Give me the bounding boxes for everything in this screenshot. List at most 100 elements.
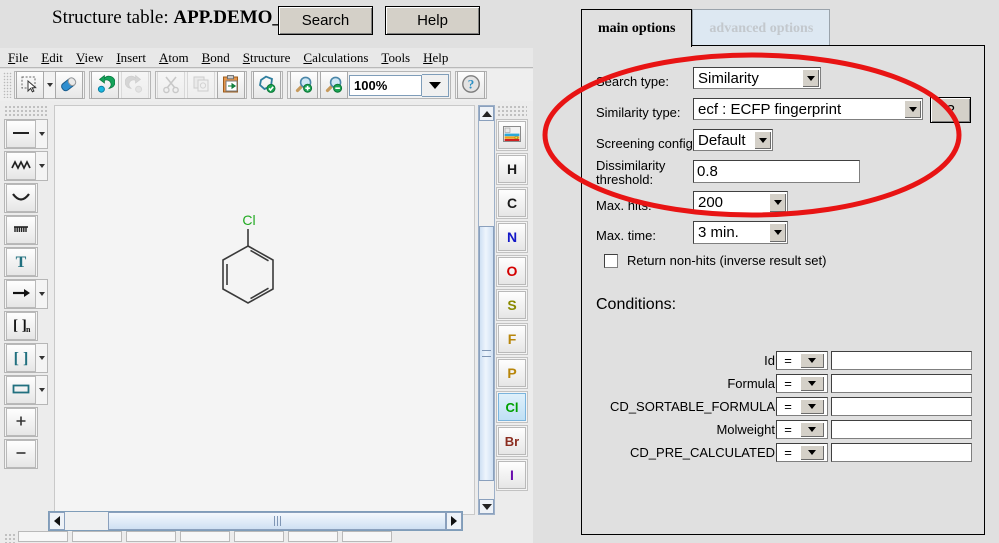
selection-tool-button[interactable] [16, 71, 44, 99]
menu-item-tools[interactable]: Tools [381, 50, 410, 66]
element-button-p[interactable]: P [498, 359, 526, 387]
menu-item-insert[interactable]: Insert [116, 50, 146, 66]
brackets-tool-dropdown[interactable] [37, 345, 46, 371]
canvas-horizontal-scrollbar[interactable] [48, 511, 463, 531]
max-time-select[interactable]: 3 min. [693, 221, 788, 244]
menu-item-bond[interactable]: Bond [202, 50, 230, 66]
element-button-cl[interactable]: Cl [498, 393, 526, 421]
chevron-down-icon[interactable] [800, 353, 824, 368]
canvas-vertical-scrollbar[interactable] [478, 105, 495, 515]
element-button-s[interactable]: S [498, 291, 526, 319]
condition-value-input[interactable] [831, 351, 972, 370]
bottom-toolbar-button[interactable] [126, 531, 176, 542]
rectangle-tool-dropdown[interactable] [37, 377, 46, 403]
chain-tool-button[interactable] [6, 152, 36, 180]
repeating-unit-tool-button[interactable]: [ ] n [6, 312, 36, 340]
condition-value-input[interactable] [831, 443, 972, 462]
bottom-toolbar-button[interactable] [180, 531, 230, 542]
chevron-down-icon[interactable] [800, 376, 824, 391]
scroll-right-button[interactable] [446, 512, 462, 530]
menu-item-edit[interactable]: Edit [41, 50, 63, 66]
condition-value-input[interactable] [831, 374, 972, 393]
screening-config-select[interactable]: Default [693, 129, 773, 151]
arrow-tool-button[interactable] [6, 280, 36, 308]
clean-structure-button[interactable] [253, 71, 281, 99]
chain-tool-dropdown[interactable] [37, 153, 46, 179]
charge-plus-tool-button[interactable] [6, 408, 36, 436]
element-button-h[interactable]: H [498, 155, 526, 183]
tab-main-options[interactable]: main options [581, 9, 692, 47]
condition-operator-select[interactable]: = [776, 443, 828, 462]
charge-minus-tool-button[interactable] [6, 440, 36, 468]
menu-item-help[interactable]: Help [423, 50, 448, 66]
search-type-select[interactable]: Similarity [693, 67, 821, 89]
menu-item-calculations[interactable]: Calculations [303, 50, 368, 66]
horizontal-scroll-thumb[interactable] [108, 512, 446, 530]
bottom-toolbar-button[interactable] [18, 531, 68, 542]
zoom-out-button[interactable] [320, 71, 348, 99]
bond-tool-dropdown[interactable] [37, 121, 46, 147]
menu-item-structure[interactable]: Structure [243, 50, 291, 66]
max-hits-select[interactable]: 200 [693, 191, 788, 214]
bottom-toolbar-grip[interactable] [4, 533, 16, 543]
menu-item-view[interactable]: View [76, 50, 103, 66]
similarity-help-button[interactable]: ? [930, 97, 971, 123]
element-button-f[interactable]: F [498, 325, 526, 353]
molecule-structure-chlorobenzene[interactable]: Cl [185, 196, 315, 316]
bottom-toolbar-button[interactable] [288, 531, 338, 542]
bottom-toolbar-button[interactable] [234, 531, 284, 542]
editor-help-button[interactable]: ? [457, 71, 485, 99]
search-button[interactable]: Search [278, 6, 373, 35]
molecule-canvas[interactable]: Cl [54, 105, 475, 515]
brackets-tool-button[interactable]: [ ] [6, 344, 36, 372]
chevron-down-icon[interactable] [769, 223, 786, 242]
chevron-down-icon[interactable] [754, 131, 771, 149]
toolbar-grip[interactable] [3, 72, 12, 98]
element-button-i[interactable]: I [498, 461, 526, 489]
element-button-n[interactable]: N [498, 223, 526, 251]
menu-item-file[interactable]: File [8, 50, 28, 66]
bottom-toolbar-button[interactable] [72, 531, 122, 542]
condition-value-input[interactable] [831, 420, 972, 439]
dissimilarity-threshold-input[interactable]: 0.8 [693, 160, 860, 183]
drawing-tools-grip[interactable] [4, 105, 48, 117]
help-button[interactable]: Help [385, 6, 480, 35]
similarity-type-select[interactable]: ecf : ECFP fingerprint [693, 98, 923, 120]
zoom-in-button[interactable] [290, 71, 318, 99]
menu-item-atom[interactable]: Atom [159, 50, 189, 66]
bottom-toolbar-button[interactable] [342, 531, 392, 542]
chevron-down-icon[interactable] [800, 399, 824, 414]
bracket-arc-tool-button[interactable] [6, 184, 36, 212]
zoom-level-input[interactable]: 100% [349, 75, 422, 96]
element-button-br[interactable]: Br [498, 427, 526, 455]
chevron-down-icon[interactable] [802, 69, 819, 87]
rectangle-tool-button[interactable] [6, 376, 36, 404]
return-non-hits-checkbox[interactable] [604, 254, 618, 268]
scroll-up-button[interactable] [479, 106, 494, 121]
comb-tool-button[interactable] [6, 216, 36, 244]
paste-button[interactable] [217, 71, 245, 99]
periodic-table-button[interactable] [498, 121, 526, 149]
eraser-tool-button[interactable] [55, 71, 83, 99]
chevron-down-icon[interactable] [904, 100, 921, 118]
chevron-down-icon[interactable] [800, 445, 824, 460]
condition-operator-select[interactable]: = [776, 374, 828, 393]
vertical-scroll-thumb[interactable] [479, 226, 494, 481]
chevron-down-icon[interactable] [769, 193, 786, 212]
arrow-tool-dropdown[interactable] [37, 281, 46, 307]
text-tool-button[interactable]: T [6, 248, 36, 276]
element-button-c[interactable]: C [498, 189, 526, 217]
scroll-down-button[interactable] [479, 499, 494, 514]
condition-operator-select[interactable]: = [776, 397, 828, 416]
condition-operator-select[interactable]: = [776, 351, 828, 370]
horizontal-scroll-track[interactable] [65, 512, 446, 530]
zoom-level-dropdown[interactable] [422, 74, 449, 97]
bond-tool-button[interactable] [6, 120, 36, 148]
chevron-down-icon[interactable] [800, 422, 824, 437]
condition-operator-select[interactable]: = [776, 420, 828, 439]
scroll-left-button[interactable] [49, 512, 65, 530]
element-palette-grip[interactable] [497, 105, 527, 117]
element-button-o[interactable]: O [498, 257, 526, 285]
undo-button[interactable] [91, 71, 119, 99]
selection-tool-dropdown[interactable] [45, 72, 54, 98]
